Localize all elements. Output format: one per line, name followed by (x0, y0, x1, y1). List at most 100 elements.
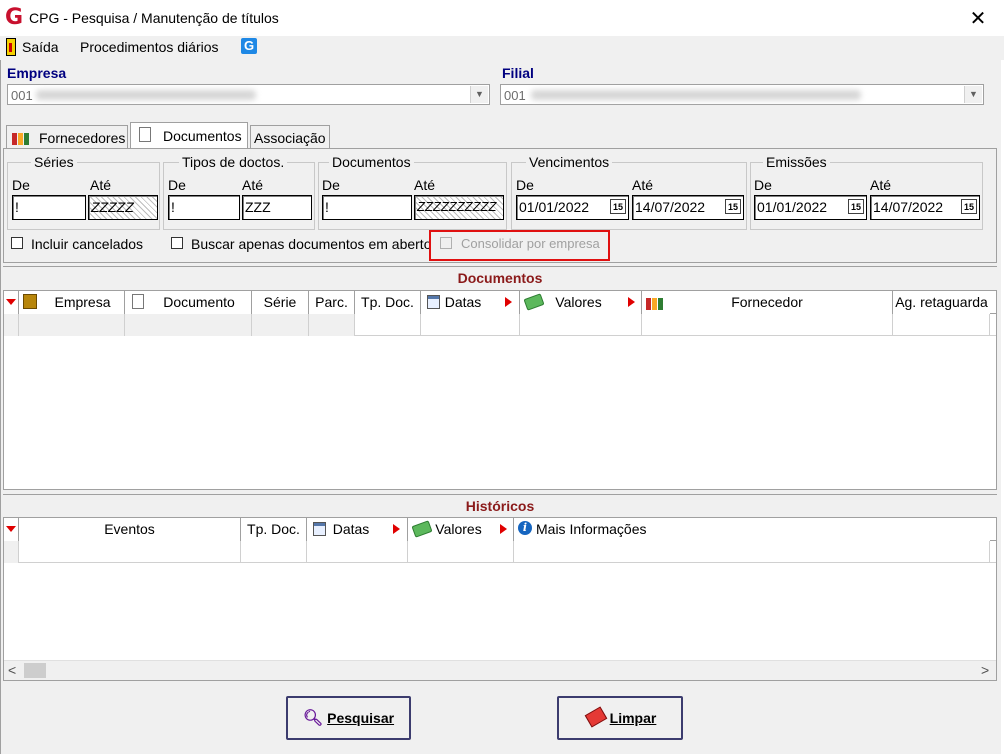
column-tp-doc[interactable]: Tp. Doc. (241, 518, 307, 541)
calendar-icon[interactable]: 15 (961, 199, 977, 214)
empresa-select[interactable]: 001 ▼ (7, 84, 490, 105)
group-title: Documentos (329, 154, 414, 170)
historicos-header-row: Eventos Tp. Doc. Datas Valores i Mais In… (4, 518, 996, 541)
column-fornecedor[interactable]: Fornecedor (642, 291, 893, 314)
table-row[interactable] (4, 314, 996, 336)
column-parc[interactable]: Parc. (309, 291, 355, 314)
tab-fornecedores[interactable]: Fornecedores (6, 125, 128, 149)
tab-label: Fornecedores (39, 130, 126, 146)
incluir-cancelados-checkbox[interactable] (11, 237, 23, 249)
tipos-ate-input[interactable]: ZZZ (242, 195, 312, 220)
expand-arrow-icon[interactable] (628, 297, 635, 307)
column-datas[interactable]: Datas (421, 291, 520, 314)
table-row[interactable] (4, 541, 996, 563)
date-value: 14/07/2022 (635, 199, 706, 215)
de-label: De (516, 177, 534, 193)
filial-value: 001 (504, 88, 526, 103)
expand-arrow-icon[interactable] (500, 524, 507, 534)
table-cell[interactable] (309, 314, 355, 336)
table-cell[interactable] (19, 541, 241, 563)
money-icon (523, 293, 545, 311)
buscar-abertos-label: Buscar apenas documentos em aberto (191, 236, 432, 252)
table-cell[interactable] (408, 541, 514, 563)
table-cell[interactable] (514, 541, 990, 563)
tab-documentos[interactable]: Documentos (130, 122, 248, 149)
series-ate-input[interactable]: ZZZZZ (88, 195, 158, 220)
close-button[interactable]: ✕ (966, 6, 990, 30)
scroll-right-icon[interactable]: > (981, 662, 989, 678)
info-icon: i (518, 521, 532, 535)
column-valores[interactable]: Valores (408, 518, 514, 541)
column-label: Tp. Doc. (247, 521, 300, 537)
table-cell[interactable] (241, 541, 307, 563)
app-shortcut-icon[interactable]: G (241, 38, 257, 54)
suppliers-icon (646, 294, 666, 310)
table-cell[interactable] (19, 314, 125, 336)
column-documento[interactable]: Documento (125, 291, 252, 314)
column-serie[interactable]: Série (252, 291, 309, 314)
column-valores[interactable]: Valores (520, 291, 642, 314)
table-cell[interactable] (307, 541, 408, 563)
chevron-down-icon[interactable]: ▼ (964, 86, 982, 103)
column-ag-retaguarda[interactable]: Ag. retaguarda (893, 291, 990, 314)
column-mais-informacoes[interactable]: i Mais Informações (514, 518, 990, 541)
table-cell[interactable] (893, 314, 990, 336)
emissoes-ate-input[interactable]: 14/07/2022 15 (870, 195, 980, 220)
vencimentos-de-input[interactable]: 01/01/2022 15 (516, 195, 629, 220)
series-de-input[interactable]: ! (12, 195, 86, 220)
de-label: De (754, 177, 772, 193)
chevron-down-icon[interactable]: ▼ (470, 86, 488, 103)
ate-label: Até (870, 177, 892, 193)
column-label: Ag. retaguarda (895, 294, 988, 310)
scroll-thumb[interactable] (24, 663, 46, 678)
highlight-box (429, 230, 610, 261)
incluir-cancelados-label: Incluir cancelados (31, 236, 144, 252)
documentos-de-input[interactable]: ! (322, 195, 412, 220)
horizontal-scrollbar[interactable]: < > (4, 660, 996, 680)
table-cell[interactable] (520, 314, 642, 336)
search-icon: 🔍︎ (302, 710, 324, 727)
group-title: Tipos de doctos. (179, 154, 288, 170)
table-cell[interactable] (252, 314, 309, 336)
scroll-left-icon[interactable]: < (8, 662, 16, 678)
calendar-icon[interactable]: 15 (610, 199, 626, 214)
row-indicator (4, 314, 19, 336)
filial-select[interactable]: 001 ▼ (500, 84, 984, 105)
table-cell[interactable] (642, 314, 893, 336)
calendar-icon[interactable]: 15 (848, 199, 864, 214)
table-cell[interactable] (355, 314, 421, 336)
limpar-button[interactable]: Limpar (557, 696, 683, 740)
window-title: CPG - Pesquisa / Manutenção de títulos (29, 10, 279, 26)
sort-indicator[interactable] (4, 291, 19, 314)
de-label: De (322, 177, 340, 193)
column-label: Datas (444, 294, 482, 310)
sort-indicator[interactable] (4, 518, 19, 541)
expand-arrow-icon[interactable] (505, 297, 512, 307)
tab-associacao[interactable]: Associação (250, 125, 330, 149)
calendar-icon[interactable]: 15 (725, 199, 741, 214)
vencimentos-ate-input[interactable]: 14/07/2022 15 (632, 195, 744, 220)
pesquisar-button[interactable]: 🔍︎ Pesquisar (286, 696, 411, 740)
tab-label: Documentos (163, 128, 242, 144)
tipos-de-input[interactable]: ! (168, 195, 240, 220)
exit-icon (6, 38, 16, 56)
column-empresa[interactable]: Empresa (19, 291, 125, 314)
column-datas[interactable]: Datas (307, 518, 408, 541)
company-icon (23, 294, 37, 309)
documentos-ate-input[interactable]: ZZZZZZZZZZ (414, 195, 504, 220)
menu-item-saida[interactable]: Saída (22, 39, 59, 55)
column-label: Série (263, 294, 297, 310)
table-cell[interactable] (421, 314, 520, 336)
buscar-abertos-checkbox[interactable] (171, 237, 183, 249)
ate-label: Até (414, 177, 436, 193)
column-label: Valores (555, 294, 602, 310)
column-tp-doc[interactable]: Tp. Doc. (355, 291, 421, 314)
column-eventos[interactable]: Eventos (19, 518, 241, 541)
calendar-icon (427, 295, 440, 309)
expand-arrow-icon[interactable] (393, 524, 400, 534)
menu-item-procedimentos[interactable]: Procedimentos diários (80, 39, 219, 55)
date-value: 14/07/2022 (873, 199, 944, 215)
table-cell[interactable] (125, 314, 252, 336)
emissoes-de-input[interactable]: 01/01/2022 15 (754, 195, 867, 220)
redacted-text (531, 90, 861, 100)
